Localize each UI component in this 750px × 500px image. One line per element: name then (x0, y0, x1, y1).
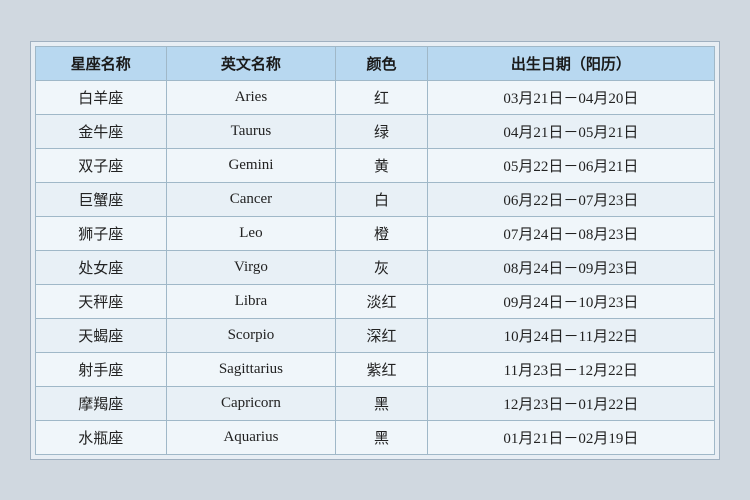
cell-chinese-name: 水瓶座 (36, 420, 167, 454)
table-row: 巨蟹座Cancer白06月22日－07月23日 (36, 182, 715, 216)
cell-chinese-name: 摩羯座 (36, 386, 167, 420)
table-row: 金牛座Taurus绿04月21日－05月21日 (36, 114, 715, 148)
cell-color: 灰 (336, 250, 427, 284)
table-row: 双子座Gemini黄05月22日－06月21日 (36, 148, 715, 182)
cell-english-name: Cancer (166, 182, 336, 216)
cell-dates: 08月24日－09月23日 (427, 250, 714, 284)
cell-english-name: Taurus (166, 114, 336, 148)
cell-color: 绿 (336, 114, 427, 148)
cell-english-name: Scorpio (166, 318, 336, 352)
cell-english-name: Sagittarius (166, 352, 336, 386)
header-color: 颜色 (336, 46, 427, 80)
cell-dates: 10月24日－11月22日 (427, 318, 714, 352)
table-header-row: 星座名称 英文名称 颜色 出生日期（阳历） (36, 46, 715, 80)
cell-chinese-name: 天秤座 (36, 284, 167, 318)
cell-color: 黑 (336, 386, 427, 420)
table-row: 白羊座Aries红03月21日－04月20日 (36, 80, 715, 114)
cell-chinese-name: 金牛座 (36, 114, 167, 148)
cell-color: 黑 (336, 420, 427, 454)
cell-chinese-name: 狮子座 (36, 216, 167, 250)
table-row: 狮子座Leo橙07月24日－08月23日 (36, 216, 715, 250)
cell-color: 白 (336, 182, 427, 216)
cell-dates: 09月24日－10月23日 (427, 284, 714, 318)
table-row: 处女座Virgo灰08月24日－09月23日 (36, 250, 715, 284)
zodiac-table: 星座名称 英文名称 颜色 出生日期（阳历） 白羊座Aries红03月21日－04… (35, 46, 715, 455)
cell-english-name: Virgo (166, 250, 336, 284)
cell-color: 黄 (336, 148, 427, 182)
cell-dates: 07月24日－08月23日 (427, 216, 714, 250)
zodiac-table-container: 星座名称 英文名称 颜色 出生日期（阳历） 白羊座Aries红03月21日－04… (30, 41, 720, 460)
cell-chinese-name: 射手座 (36, 352, 167, 386)
cell-english-name: Aquarius (166, 420, 336, 454)
cell-color: 红 (336, 80, 427, 114)
header-dates: 出生日期（阳历） (427, 46, 714, 80)
cell-dates: 06月22日－07月23日 (427, 182, 714, 216)
table-row: 天蝎座Scorpio深红10月24日－11月22日 (36, 318, 715, 352)
cell-dates: 03月21日－04月20日 (427, 80, 714, 114)
cell-english-name: Libra (166, 284, 336, 318)
header-english-name: 英文名称 (166, 46, 336, 80)
cell-chinese-name: 天蝎座 (36, 318, 167, 352)
cell-english-name: Gemini (166, 148, 336, 182)
table-row: 摩羯座Capricorn黑12月23日－01月22日 (36, 386, 715, 420)
header-chinese-name: 星座名称 (36, 46, 167, 80)
cell-color: 紫红 (336, 352, 427, 386)
cell-chinese-name: 处女座 (36, 250, 167, 284)
table-row: 水瓶座Aquarius黑01月21日－02月19日 (36, 420, 715, 454)
table-row: 天秤座Libra淡红09月24日－10月23日 (36, 284, 715, 318)
cell-color: 橙 (336, 216, 427, 250)
cell-english-name: Leo (166, 216, 336, 250)
cell-color: 淡红 (336, 284, 427, 318)
cell-english-name: Capricorn (166, 386, 336, 420)
cell-dates: 05月22日－06月21日 (427, 148, 714, 182)
cell-dates: 12月23日－01月22日 (427, 386, 714, 420)
cell-english-name: Aries (166, 80, 336, 114)
cell-dates: 11月23日－12月22日 (427, 352, 714, 386)
cell-chinese-name: 巨蟹座 (36, 182, 167, 216)
cell-chinese-name: 双子座 (36, 148, 167, 182)
cell-dates: 01月21日－02月19日 (427, 420, 714, 454)
table-row: 射手座Sagittarius紫红11月23日－12月22日 (36, 352, 715, 386)
cell-color: 深红 (336, 318, 427, 352)
cell-chinese-name: 白羊座 (36, 80, 167, 114)
cell-dates: 04月21日－05月21日 (427, 114, 714, 148)
